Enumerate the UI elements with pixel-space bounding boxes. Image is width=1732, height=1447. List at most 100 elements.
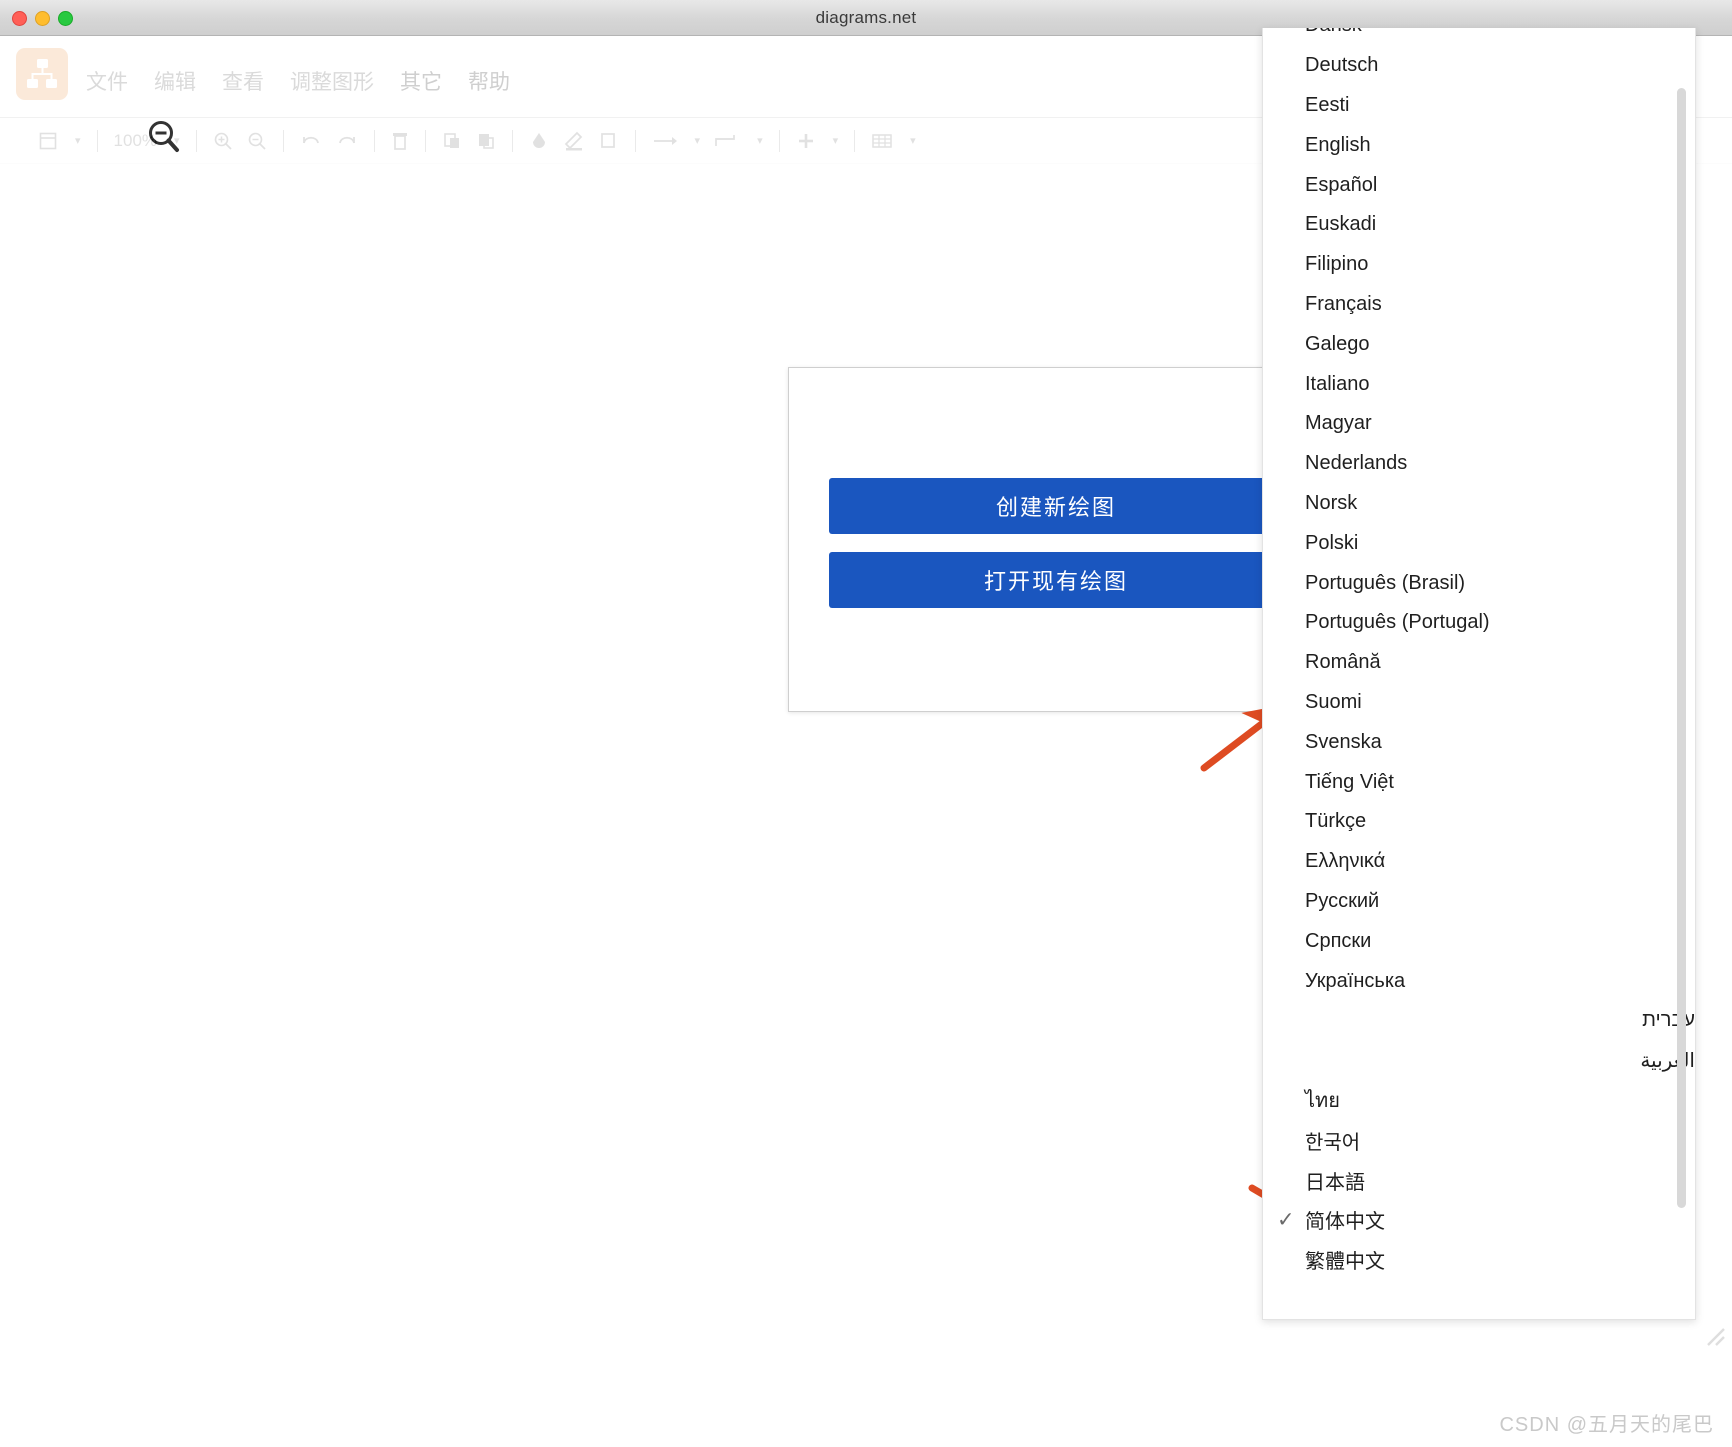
line-color-icon[interactable] [563, 131, 585, 151]
language-dropdown-menu[interactable]: Dansk Deutsch Eesti English Español Euskadi Fi… [1262, 28, 1696, 1320]
language-option[interactable]: Türkçe [1263, 802, 1695, 842]
fill-color-icon[interactable] [529, 131, 549, 151]
table-icon[interactable] [871, 131, 893, 151]
language-option-label: Dansk [1305, 28, 1362, 37]
language-option-label: Eesti [1305, 93, 1350, 116]
check-icon: ✓ [1277, 1208, 1295, 1232]
language-option-label: 简体中文 [1305, 1211, 1385, 1234]
layers-icon[interactable] [38, 131, 58, 151]
language-option[interactable]: ไทย [1263, 1081, 1695, 1121]
language-option[interactable]: Українська [1263, 961, 1695, 1001]
language-option[interactable]: العربية [1263, 1041, 1695, 1081]
shadow-icon[interactable] [599, 131, 619, 151]
language-option-label: עברית [1642, 1009, 1695, 1032]
language-option-label: Português (Brasil) [1305, 571, 1466, 594]
language-option[interactable]: עברית [1263, 1001, 1695, 1041]
language-option-label: Suomi [1305, 690, 1362, 713]
language-option-label: Français [1305, 292, 1382, 315]
language-option-label: Galego [1305, 332, 1370, 355]
menu-view[interactable]: 查看 [222, 66, 264, 96]
minimize-window-button[interactable] [35, 10, 50, 26]
waypoints-caret-icon[interactable]: ▾ [757, 134, 763, 147]
language-option-label: Nederlands [1305, 452, 1408, 475]
layers-caret-icon[interactable]: ▾ [75, 134, 81, 147]
zoom-out-icon[interactable] [247, 131, 267, 151]
language-option[interactable]: Français [1263, 285, 1695, 325]
toolbar-group-order [426, 131, 512, 151]
language-option[interactable]: Italiano [1263, 364, 1695, 404]
zoom-caret-icon[interactable]: ▾ [174, 134, 180, 147]
language-option[interactable]: Português (Portugal) [1263, 603, 1695, 643]
menu-extras[interactable]: 其它 [400, 66, 442, 96]
insert-caret-icon[interactable]: ▾ [833, 134, 839, 147]
app-window: diagrams.net 文件 编辑 查看 调整图形 其它 帮助 ▾ 100% … [0, 0, 1732, 1447]
redo-icon[interactable] [336, 131, 358, 151]
language-option[interactable]: Română [1263, 643, 1695, 683]
language-option-label: 日本語 [1305, 1171, 1365, 1194]
language-option[interactable]: Русский [1263, 882, 1695, 922]
zoom-level-label[interactable]: 100% [114, 131, 157, 151]
waypoints-icon[interactable] [714, 131, 740, 151]
language-option[interactable]: 日本語 [1263, 1160, 1695, 1200]
language-option[interactable]: Magyar [1263, 404, 1695, 444]
language-option[interactable]: Galego [1263, 324, 1695, 364]
menu-help[interactable]: 帮助 [468, 66, 510, 96]
open-existing-diagram-button[interactable]: 打开现有绘图 [829, 552, 1283, 608]
toolbar-group-style [513, 131, 635, 151]
language-option[interactable]: Euskadi [1263, 205, 1695, 245]
language-option-label: ไทย [1305, 1090, 1340, 1113]
language-option-label: Euskadi [1305, 213, 1377, 236]
language-option[interactable]: Eesti [1263, 86, 1695, 126]
menu-arrange[interactable]: 调整图形 [290, 66, 374, 96]
menu-file[interactable]: 文件 [86, 66, 128, 96]
language-option[interactable]: Filipino [1263, 245, 1695, 285]
language-option[interactable]: 繁體中文 [1263, 1240, 1695, 1280]
insert-icon[interactable] [796, 131, 816, 151]
start-dialog: 创建新绘图 打开现有绘图 语言 [788, 367, 1322, 712]
diagrams-logo-icon [16, 48, 68, 100]
language-option[interactable]: Svenska [1263, 722, 1695, 762]
menu-edit[interactable]: 编辑 [154, 66, 196, 96]
to-front-icon[interactable] [442, 131, 462, 151]
close-window-button[interactable] [12, 10, 27, 26]
zoom-in-icon[interactable] [213, 131, 233, 151]
toolbar-group-view: ▾ [22, 131, 97, 151]
language-option-label: Magyar [1305, 412, 1372, 435]
language-menu-scrollbar[interactable] [1677, 88, 1686, 1208]
language-option[interactable]: Српски [1263, 921, 1695, 961]
language-option-label: Italiano [1305, 372, 1370, 395]
language-option-label: Türkçe [1305, 810, 1367, 833]
line-start-caret-icon[interactable]: ▾ [695, 134, 701, 147]
menubar: 文件 编辑 查看 调整图形 其它 帮助 [86, 66, 510, 96]
resize-grip-icon[interactable] [1702, 1323, 1728, 1349]
language-option[interactable]: 한국어 [1263, 1120, 1695, 1160]
undo-icon[interactable] [300, 131, 322, 151]
toolbar-group-table: ▾ [855, 131, 932, 151]
language-option[interactable]: Suomi [1263, 683, 1695, 723]
language-option[interactable]: English [1263, 125, 1695, 165]
delete-icon[interactable] [391, 131, 409, 151]
language-option[interactable]: Norsk [1263, 484, 1695, 524]
language-option-label: Español [1305, 173, 1378, 196]
language-option[interactable]: Português (Brasil) [1263, 563, 1695, 603]
language-option-label: English [1305, 133, 1371, 156]
table-caret-icon[interactable]: ▾ [910, 134, 916, 147]
language-option-label: Norsk [1305, 491, 1358, 514]
language-option[interactable]: Ελληνικά [1263, 842, 1695, 882]
language-option[interactable]: Deutsch [1263, 46, 1695, 86]
language-option[interactable]: Español [1263, 165, 1695, 205]
line-start-icon[interactable] [652, 131, 678, 151]
language-option-label: Română [1305, 651, 1381, 674]
language-option[interactable]: Nederlands [1263, 444, 1695, 484]
maximize-window-button[interactable] [58, 10, 73, 26]
language-option[interactable]: Tiếng Việt [1263, 762, 1695, 802]
language-option[interactable]: Polski [1263, 523, 1695, 563]
toolbar-group-insert: ▾ [780, 131, 855, 151]
to-back-icon[interactable] [476, 131, 496, 151]
language-option[interactable]: ✓ 简体中文 [1263, 1200, 1695, 1240]
toolbar-group-history [284, 131, 374, 151]
create-new-diagram-button[interactable]: 创建新绘图 [829, 478, 1283, 534]
language-option[interactable]: Dansk [1263, 28, 1695, 46]
language-option-label: Filipino [1305, 253, 1369, 276]
language-option-label: Русский [1305, 889, 1380, 912]
